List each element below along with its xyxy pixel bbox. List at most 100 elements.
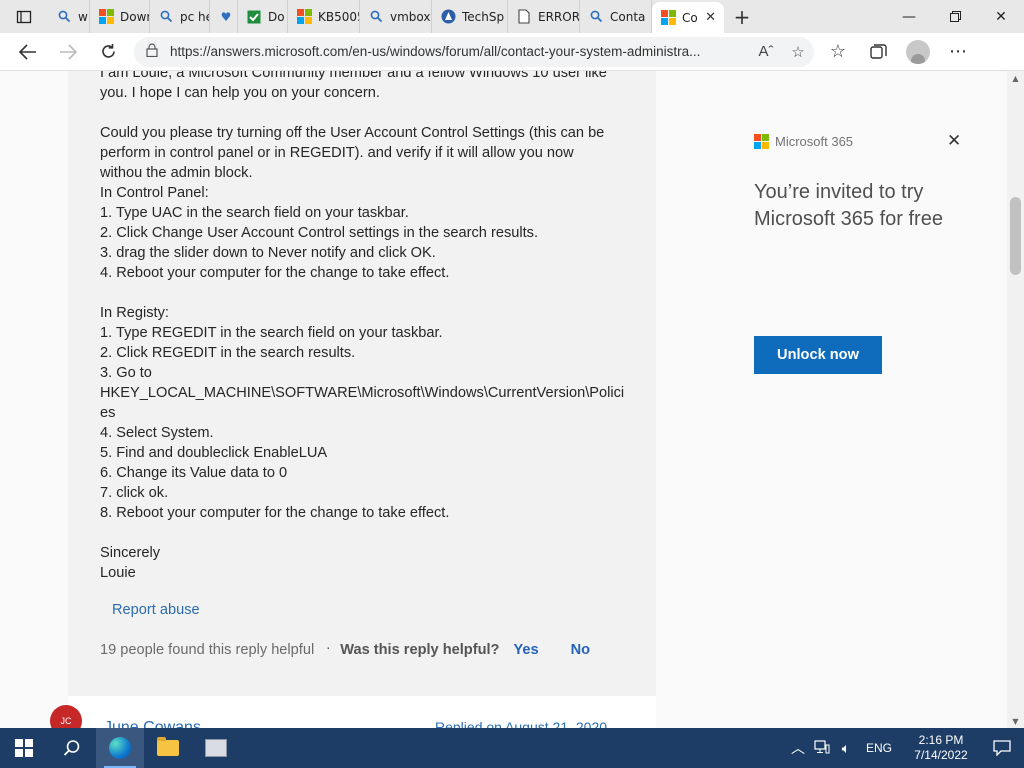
- tab-label: Conta: [610, 9, 646, 24]
- tab-actions-icon: [16, 10, 32, 23]
- page-content: I am Louie, a Microsoft Community member…: [0, 71, 1007, 728]
- next-reply-date: Replied on August 21, 2020: [435, 719, 608, 728]
- reply-line: 5. Find and doubleclick EnableLUA: [100, 445, 328, 461]
- checkbox-icon: [246, 9, 262, 25]
- ad-title: You’re invited to try Microsoft 365 for …: [754, 181, 943, 230]
- volume-icon[interactable]: 🔈︎: [834, 740, 858, 757]
- url-text: https://answers.microsoft.com/en-us/wind…: [170, 44, 701, 59]
- techspot-icon: [440, 9, 456, 25]
- tab-kb5005[interactable]: KB5005: [288, 0, 360, 33]
- reply-line: 1. Type REGEDIT in the search field on y…: [100, 325, 443, 341]
- ad-brand: Microsoft 365: [775, 134, 854, 149]
- search-icon: [588, 9, 604, 25]
- helpful-no-button[interactable]: No: [571, 642, 590, 658]
- search-icon: [158, 9, 174, 25]
- close-icon[interactable]: ✕: [947, 131, 961, 151]
- system-tray: ︿ 🔈︎ ENG 2:16 PM 7/14/2022: [786, 728, 1024, 768]
- tab-download[interactable]: Downlo: [90, 0, 150, 33]
- reply-line: perform in control panel or in REGEDIT).…: [100, 145, 574, 161]
- tab-contact[interactable]: Conta: [580, 0, 652, 33]
- refresh-icon: [101, 44, 115, 58]
- tab-win11[interactable]: win11: [48, 0, 90, 33]
- microsoft-icon: [660, 10, 676, 26]
- network-icon[interactable]: [810, 739, 834, 757]
- microsoft-365-logo: Microsoft 365: [754, 134, 853, 149]
- browser-toolbar: https://answers.microsoft.com/en-us/wind…: [0, 33, 1024, 71]
- chevron-up-icon[interactable]: ︿: [786, 738, 810, 758]
- tab-health[interactable]: ♥: [210, 0, 238, 33]
- taskbar-file-explorer[interactable]: [144, 728, 192, 768]
- restore-icon: [949, 11, 961, 22]
- microsoft-icon: [296, 9, 312, 25]
- add-favorite-icon[interactable]: ☆: [782, 43, 814, 61]
- lock-icon: [146, 43, 158, 60]
- favorites-icon: ☆: [829, 41, 847, 62]
- reply-line: you. I hope I can help you on your conce…: [100, 85, 380, 101]
- helpful-yes-button[interactable]: Yes: [513, 642, 538, 658]
- window-controls: — ✕: [886, 0, 1024, 33]
- notification-icon: [993, 740, 1011, 756]
- search-icon: [63, 740, 80, 756]
- reply-line: 1. Type UAC in the search field on your …: [100, 205, 409, 221]
- language-indicator[interactable]: ENG: [866, 741, 892, 755]
- helpful-count: 19 people found this reply helpful: [100, 642, 315, 658]
- minimize-button[interactable]: —: [886, 0, 932, 33]
- next-reply-author[interactable]: June Cowans: [104, 719, 201, 728]
- close-window-button[interactable]: ✕: [978, 0, 1024, 33]
- reply-line: es: [100, 405, 116, 421]
- collections-icon: [869, 43, 887, 59]
- microsoft-icon: [98, 9, 114, 25]
- reply-line: Could you please try turning off the Use…: [100, 125, 605, 141]
- clock[interactable]: 2:16 PM 7/14/2022: [902, 733, 980, 763]
- forward-arrow-icon: [60, 43, 77, 60]
- reply-line: 4. Select System.: [100, 425, 214, 441]
- taskbar-edge[interactable]: [96, 728, 144, 768]
- refresh-button[interactable]: [88, 33, 128, 71]
- scrollbar-thumb[interactable]: [1010, 197, 1021, 275]
- settings-menu-button[interactable]: ⋯: [938, 33, 978, 71]
- back-button[interactable]: [8, 33, 48, 71]
- profile-button[interactable]: [898, 33, 938, 71]
- reply-line: Louie: [100, 565, 136, 581]
- read-aloud-icon[interactable]: Aˆ: [750, 43, 782, 60]
- tab-label: Downlo: [120, 9, 149, 24]
- taskbar: ︿ 🔈︎ ENG 2:16 PM 7/14/2022: [0, 728, 1024, 768]
- tab-label: KB5005: [318, 9, 359, 24]
- restore-button[interactable]: [932, 0, 978, 33]
- report-abuse-link[interactable]: Report abuse: [112, 602, 200, 618]
- close-tab-icon[interactable]: ✕: [705, 10, 716, 25]
- start-button[interactable]: [0, 728, 48, 768]
- tab-label: Co: [682, 10, 698, 25]
- scroll-up-icon[interactable]: ▲: [1007, 71, 1024, 85]
- tab-actions-button[interactable]: [0, 0, 48, 33]
- folder-icon: [157, 737, 179, 756]
- more-icon: ⋯: [949, 41, 967, 62]
- helpful-question: Was this reply helpful?: [340, 642, 500, 658]
- avatar: [906, 39, 930, 64]
- forward-button[interactable]: [48, 33, 88, 71]
- tab-do[interactable]: Do: [238, 0, 288, 33]
- unlock-now-button[interactable]: Unlock now: [754, 336, 882, 374]
- edge-icon: [109, 737, 131, 759]
- page-scrollbar[interactable]: ▲ ▼: [1007, 71, 1024, 728]
- tab-label: pc heal: [180, 9, 209, 24]
- notification-button[interactable]: [980, 740, 1024, 756]
- address-bar[interactable]: https://answers.microsoft.com/en-us/wind…: [134, 36, 814, 67]
- collections-button[interactable]: [858, 33, 898, 71]
- tab-vmbox[interactable]: vmbox: [360, 0, 432, 33]
- taskbar-search-button[interactable]: [48, 728, 96, 768]
- reply-line: 2. Click Change User Account Control set…: [100, 225, 539, 241]
- tab-active[interactable]: Co ✕: [652, 2, 724, 33]
- tab-error[interactable]: ERROR: [508, 0, 580, 33]
- reply-line: 6. Change its Value data to 0: [100, 465, 288, 481]
- reply-line: In Control Panel:: [100, 185, 209, 201]
- taskbar-app[interactable]: [192, 728, 240, 768]
- tab-techspot[interactable]: TechSp: [432, 0, 508, 33]
- new-tab-button[interactable]: +: [724, 0, 760, 33]
- reply-line: 2. Click REGEDIT in the search results.: [100, 345, 356, 361]
- favorites-button[interactable]: ☆: [818, 33, 858, 71]
- app-window-icon: [205, 739, 227, 757]
- tab-pc-health[interactable]: pc heal: [150, 0, 210, 33]
- scroll-down-icon[interactable]: ▼: [1007, 714, 1024, 728]
